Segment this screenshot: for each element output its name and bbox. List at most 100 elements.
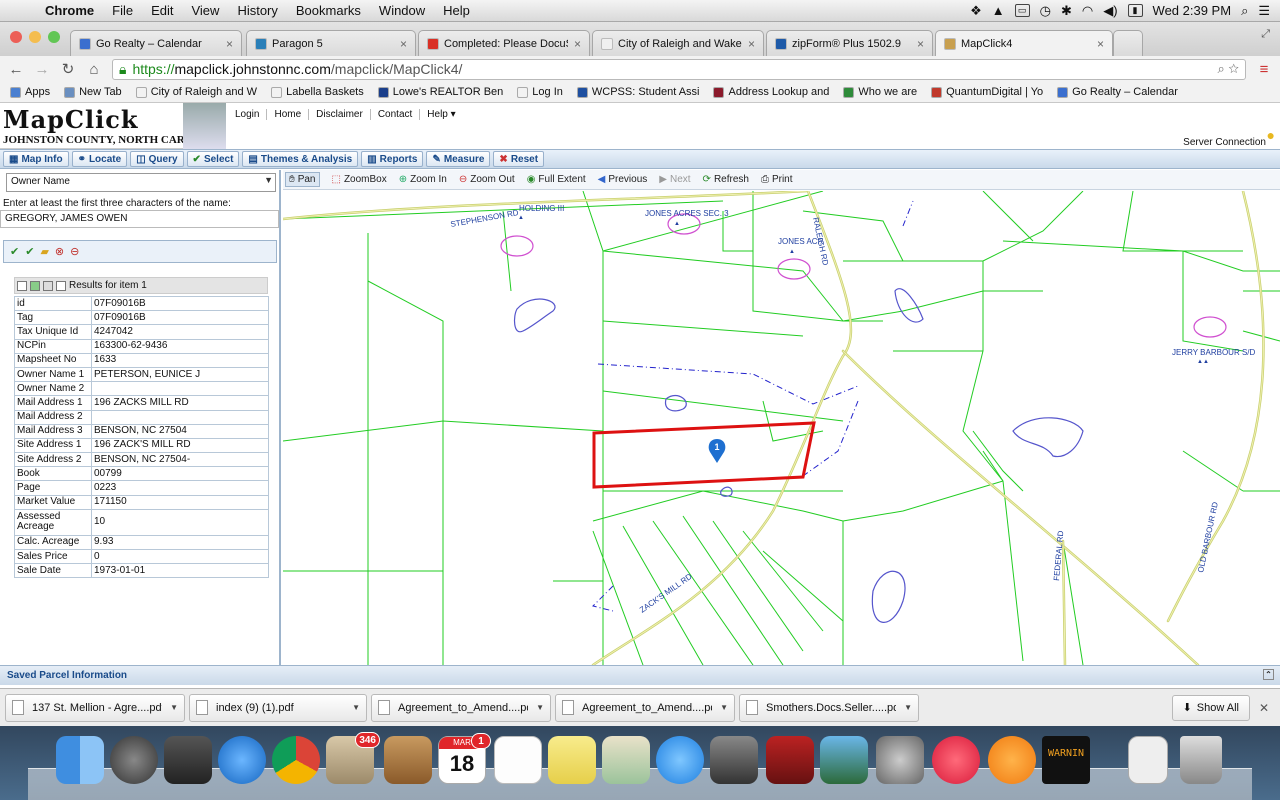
reload-icon[interactable]: ↻ bbox=[60, 60, 76, 78]
new-tab-button[interactable] bbox=[1113, 30, 1143, 56]
chrome-menu-icon[interactable]: ≡ bbox=[1256, 61, 1272, 78]
facetime-icon[interactable] bbox=[710, 736, 758, 784]
notes-icon[interactable] bbox=[548, 736, 596, 784]
zoom-in-tool[interactable]: ⊕ Zoom In bbox=[399, 174, 447, 185]
console-icon[interactable]: WARNIN bbox=[1042, 736, 1090, 784]
bookmark-item[interactable]: Who we are bbox=[843, 86, 917, 98]
browser-tab[interactable]: Paragon 5 × bbox=[246, 30, 416, 56]
reminders-icon[interactable] bbox=[494, 736, 542, 784]
search-type-select[interactable]: Owner Name ▼ bbox=[6, 173, 276, 192]
check-all-icon[interactable]: ✔ bbox=[25, 245, 34, 258]
pdf-document-icon[interactable] bbox=[1128, 736, 1168, 784]
bookmark-item[interactable]: City of Raleigh and W bbox=[135, 86, 257, 98]
download-item[interactable]: 137 St. Mellion - Agre....pdf ▼ bbox=[5, 693, 185, 722]
finder-icon[interactable] bbox=[56, 736, 104, 784]
iphoto-icon[interactable] bbox=[820, 736, 868, 784]
previous-tool[interactable]: ◀ Previous bbox=[598, 174, 648, 185]
download-item[interactable]: Agreement_to_Amend....pdf ▼ bbox=[555, 693, 735, 722]
launchpad-icon[interactable] bbox=[110, 736, 158, 784]
minimize-window-button[interactable] bbox=[29, 31, 41, 43]
bookmark-item[interactable]: New Tab bbox=[64, 86, 122, 98]
bookmark-item[interactable]: Apps bbox=[10, 86, 50, 98]
photo-booth-icon[interactable] bbox=[766, 736, 814, 784]
maps-icon[interactable] bbox=[602, 736, 650, 784]
url-field[interactable]: 🔒︎ https://mapclick.johnstonnc.com/mapcl… bbox=[112, 58, 1246, 80]
map-icon[interactable] bbox=[30, 280, 40, 291]
bookmark-star-icon[interactable]: ☆ bbox=[1228, 61, 1239, 76]
toolbar-button-locate[interactable]: ⚭ Locate bbox=[71, 151, 128, 167]
bookmark-item[interactable]: Log In bbox=[517, 86, 563, 98]
zoom-page-icon[interactable]: ⌕ bbox=[1217, 61, 1224, 76]
bluetooth-icon[interactable]: ✱ bbox=[1061, 3, 1072, 19]
system-preferences-icon[interactable] bbox=[876, 736, 924, 784]
login-link[interactable]: Login bbox=[228, 109, 268, 120]
next-tool[interactable]: ▶ Next bbox=[659, 174, 690, 185]
menu-file[interactable]: File bbox=[103, 3, 142, 18]
safari-icon[interactable] bbox=[218, 736, 266, 784]
contact-link[interactable]: Contact bbox=[371, 109, 421, 120]
pan-tool[interactable]: ✋︎ Pan bbox=[285, 172, 320, 187]
wifi-icon[interactable]: ◠ bbox=[1082, 3, 1093, 19]
disclaimer-link[interactable]: Disclaimer bbox=[309, 109, 371, 120]
clear-icon[interactable]: ⊖ bbox=[70, 245, 79, 258]
remove-icon[interactable]: ⊗ bbox=[55, 245, 64, 258]
toolbar-button-reset[interactable]: ✖ Reset bbox=[493, 151, 545, 167]
menu-bookmarks[interactable]: Bookmarks bbox=[287, 3, 370, 18]
owner-name-input[interactable]: GREGORY, JAMES OWEN bbox=[0, 210, 279, 228]
home-link[interactable]: Home bbox=[267, 109, 310, 120]
mail-icon[interactable]: 346 bbox=[326, 732, 380, 784]
close-tab-icon[interactable]: × bbox=[748, 37, 755, 51]
browser-tab[interactable]: Completed: Please DocuSi × bbox=[418, 30, 590, 56]
bookmark-item[interactable]: QuantumDigital | Yo bbox=[931, 86, 1043, 98]
browser-tab[interactable]: Go Realty – Calendar × bbox=[70, 30, 242, 56]
menu-view[interactable]: View bbox=[182, 3, 228, 18]
download-menu-icon[interactable]: ▼ bbox=[352, 703, 360, 712]
full-extent-tool[interactable]: ◉ Full Extent bbox=[527, 174, 586, 185]
toolbar-button-map-info[interactable]: ▦ Map Info bbox=[3, 151, 69, 167]
table-icon[interactable] bbox=[17, 280, 27, 291]
notification-center-icon[interactable]: ☰ bbox=[1258, 3, 1270, 19]
close-tab-icon[interactable]: × bbox=[400, 37, 407, 51]
close-tab-icon[interactable]: × bbox=[1097, 37, 1104, 51]
menu-help[interactable]: Help bbox=[434, 3, 479, 18]
battery-icon[interactable]: ▮ bbox=[1127, 4, 1143, 17]
download-item[interactable]: index (9) (1).pdf ▼ bbox=[189, 693, 367, 722]
spotlight-icon[interactable]: ⌕ bbox=[1241, 3, 1248, 19]
fullscreen-icon[interactable]: ⤢ bbox=[1261, 28, 1270, 41]
expand-icon[interactable]: ⌃ bbox=[1263, 669, 1274, 680]
time-machine-icon[interactable]: ◷ bbox=[1040, 3, 1051, 19]
browser-tab[interactable]: MapClick4 × bbox=[935, 30, 1113, 57]
ibooks-icon[interactable] bbox=[988, 736, 1036, 784]
check-icon[interactable]: ✔ bbox=[10, 245, 19, 258]
download-item[interactable]: Smothers.Docs.Seller.....pdf ▼ bbox=[739, 693, 919, 722]
bookmark-item[interactable]: Go Realty – Calendar bbox=[1057, 86, 1178, 98]
download-menu-icon[interactable]: ▼ bbox=[720, 703, 728, 712]
menu-window[interactable]: Window bbox=[370, 3, 434, 18]
zoombox-tool[interactable]: ⬚ ZoomBox bbox=[332, 174, 387, 185]
browser-tab[interactable]: zipForm® Plus 1502.9 × bbox=[766, 30, 933, 56]
close-tab-icon[interactable]: × bbox=[574, 37, 581, 51]
back-icon[interactable]: ← bbox=[8, 61, 24, 78]
menu-history[interactable]: History bbox=[228, 3, 286, 18]
close-downloads-icon[interactable]: ✕ bbox=[1254, 701, 1274, 715]
print-tool[interactable]: ⎙ Print bbox=[761, 174, 793, 185]
help-menu[interactable]: Help ▾ bbox=[420, 109, 462, 120]
zoom-to-icon[interactable] bbox=[43, 280, 53, 291]
menu-app-name[interactable]: Chrome bbox=[36, 3, 103, 18]
toolbar-button-query[interactable]: ◫ Query bbox=[130, 151, 184, 167]
bookmark-item[interactable]: Lowe's REALTOR Ben bbox=[377, 86, 503, 98]
calendar-icon[interactable]: MAR 18 1 bbox=[438, 733, 491, 784]
download-menu-icon[interactable]: ▼ bbox=[904, 703, 912, 712]
browser-tab[interactable]: City of Raleigh and Wake C × bbox=[592, 30, 764, 56]
toolbar-button-reports[interactable]: ▥ Reports bbox=[361, 151, 424, 167]
bookmark-item[interactable]: WCPSS: Student Assi bbox=[576, 86, 699, 98]
show-all-button[interactable]: ⬇ Show All bbox=[1171, 694, 1250, 721]
trash-icon[interactable] bbox=[1180, 736, 1222, 784]
messages-icon[interactable] bbox=[656, 736, 704, 784]
clock-text[interactable]: Wed 2:39 PM bbox=[1153, 3, 1232, 18]
close-tab-icon[interactable]: × bbox=[917, 37, 924, 51]
close-window-button[interactable] bbox=[10, 31, 22, 43]
parcel-map[interactable]: 1 STEPHENSON RD HOLDING III JONES ACRES … bbox=[283, 191, 1280, 665]
zoom-window-button[interactable] bbox=[48, 31, 60, 43]
menu-edit[interactable]: Edit bbox=[142, 3, 182, 18]
